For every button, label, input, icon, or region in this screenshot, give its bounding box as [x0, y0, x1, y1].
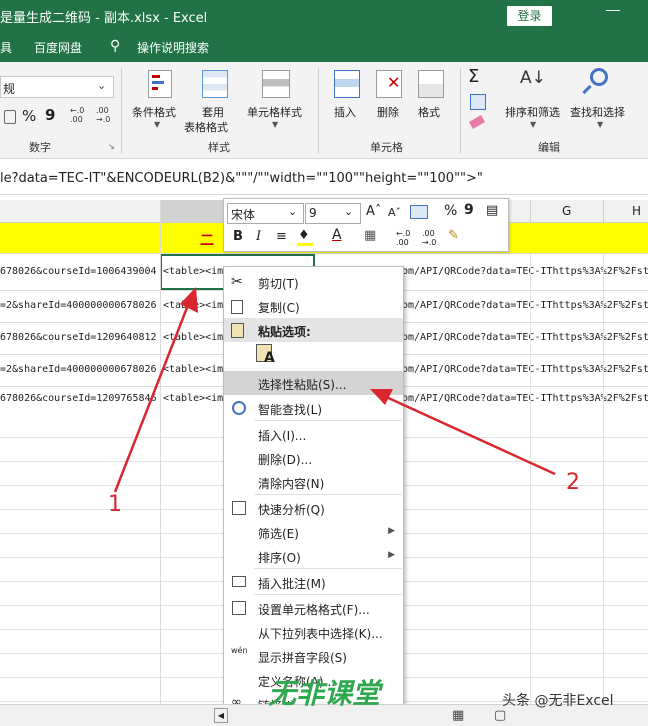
annotation-arrow-2: [370, 389, 556, 476]
annotation-layer: [113, 287, 556, 493]
annotation-label-1: 1: [108, 492, 122, 517]
annotation-label-2: 2: [566, 470, 580, 495]
watermark-logo: 无非课堂: [268, 677, 381, 710]
sheet-scroll-left-icon[interactable]: ◀: [214, 708, 228, 723]
normal-view-icon[interactable]: ▦: [452, 708, 464, 723]
watermark-byline: 头条 @无非Excel: [502, 693, 614, 709]
page-layout-icon[interactable]: ▢: [494, 708, 506, 723]
annotation-arrow-1: [113, 287, 198, 493]
